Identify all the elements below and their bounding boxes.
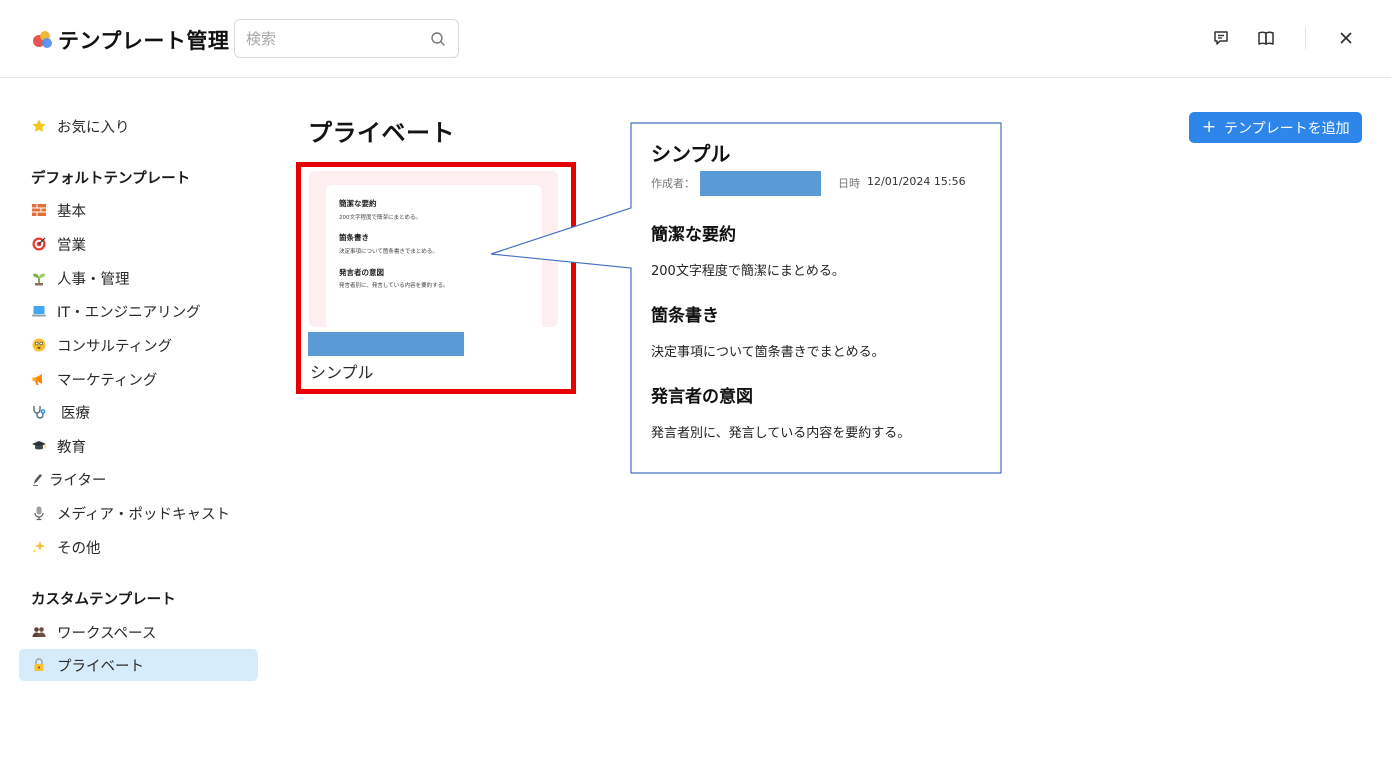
add-template-label: テンプレートを追加 — [1224, 121, 1350, 137]
book-icon[interactable] — [1257, 29, 1275, 47]
preview-section-text: 決定事項について箇条書きでまとめる。 — [651, 345, 885, 360]
sidebar-item-hr[interactable]: 人事・管理 — [19, 262, 258, 294]
header: テンプレート管理 — [0, 0, 1391, 78]
face-icon — [31, 337, 47, 353]
stethoscope-icon — [31, 404, 47, 420]
preview-section-heading: 箇条書き — [651, 306, 719, 326]
target-icon — [31, 236, 47, 252]
preview-title: シンプル — [651, 142, 731, 166]
preview-section-heading: 発言者の意図 — [651, 387, 753, 407]
brick-icon — [31, 202, 47, 218]
preview-section-text: 発言者別に、発言している内容を要約する。 — [651, 426, 911, 441]
search-icon[interactable] — [430, 31, 446, 47]
sidebar-item-consulting[interactable]: コンサルティング — [19, 329, 258, 361]
sidebar-item-private[interactable]: プライベート — [19, 649, 258, 681]
sidebar-item-workspace[interactable]: ワークスペース — [19, 616, 258, 648]
plus-icon: + — [1202, 117, 1217, 137]
sidebar-item-marketing[interactable]: マーケティング — [19, 363, 258, 395]
sidebar-item-other[interactable]: その他 — [19, 531, 258, 563]
header-divider — [1305, 27, 1306, 49]
preview-section-heading: 簡潔な要約 — [651, 225, 736, 245]
preview-date-value: 12/01/2024 15:56 — [867, 175, 966, 188]
custom-templates-heading: カスタムテンプレート — [31, 592, 176, 608]
feedback-icon[interactable] — [1212, 29, 1230, 47]
sidebar-item-medical[interactable]: 医療 — [19, 396, 258, 428]
laptop-icon — [31, 303, 47, 319]
search-input[interactable] — [246, 28, 426, 50]
sidebar-item-media[interactable]: メディア・ポッドキャスト — [19, 497, 258, 529]
search-box[interactable] — [234, 19, 459, 58]
app-title: テンプレート管理 — [58, 29, 230, 53]
close-icon[interactable] — [1337, 29, 1355, 47]
sidebar-item-basic[interactable]: 基本 — [19, 194, 258, 226]
preview-section-text: 200文字程度で簡潔にまとめる。 — [651, 264, 845, 279]
seedling-icon — [31, 270, 47, 286]
preview-date-label: 日時 — [838, 177, 860, 190]
star-icon — [31, 118, 47, 134]
sidebar-item-education[interactable]: 教育 — [19, 430, 258, 462]
app-logo-icon — [33, 31, 52, 48]
lock-icon — [31, 657, 47, 673]
page-title: プライベート — [308, 119, 455, 147]
graduation-cap-icon — [31, 438, 47, 454]
sidebar-item-sales[interactable]: 営業 — [19, 228, 258, 260]
sidebar-item-writer[interactable]: ライター — [19, 463, 258, 495]
sidebar-item-favorites[interactable]: お気に入り — [19, 110, 258, 142]
megaphone-icon — [31, 371, 47, 387]
pen-icon — [29, 471, 45, 487]
redacted-author-name — [700, 171, 821, 196]
sparkles-icon — [31, 539, 47, 555]
sidebar: お気に入り デフォルトテンプレート 基本 営業 人事・管理 IT・エンジニアリン… — [0, 79, 280, 763]
default-templates-heading: デフォルトテンプレート — [31, 171, 191, 187]
preview-author-label: 作成者： — [651, 177, 695, 190]
highlight-annotation-box — [296, 162, 576, 394]
microphone-icon — [31, 505, 47, 521]
add-template-button[interactable]: + テンプレートを追加 — [1189, 112, 1362, 143]
people-icon — [31, 624, 47, 640]
template-preview-callout: シンプル 作成者： 日時 12/01/2024 15:56 簡潔な要約 200文… — [631, 123, 1001, 473]
sidebar-item-it[interactable]: IT・エンジニアリング — [19, 295, 258, 327]
